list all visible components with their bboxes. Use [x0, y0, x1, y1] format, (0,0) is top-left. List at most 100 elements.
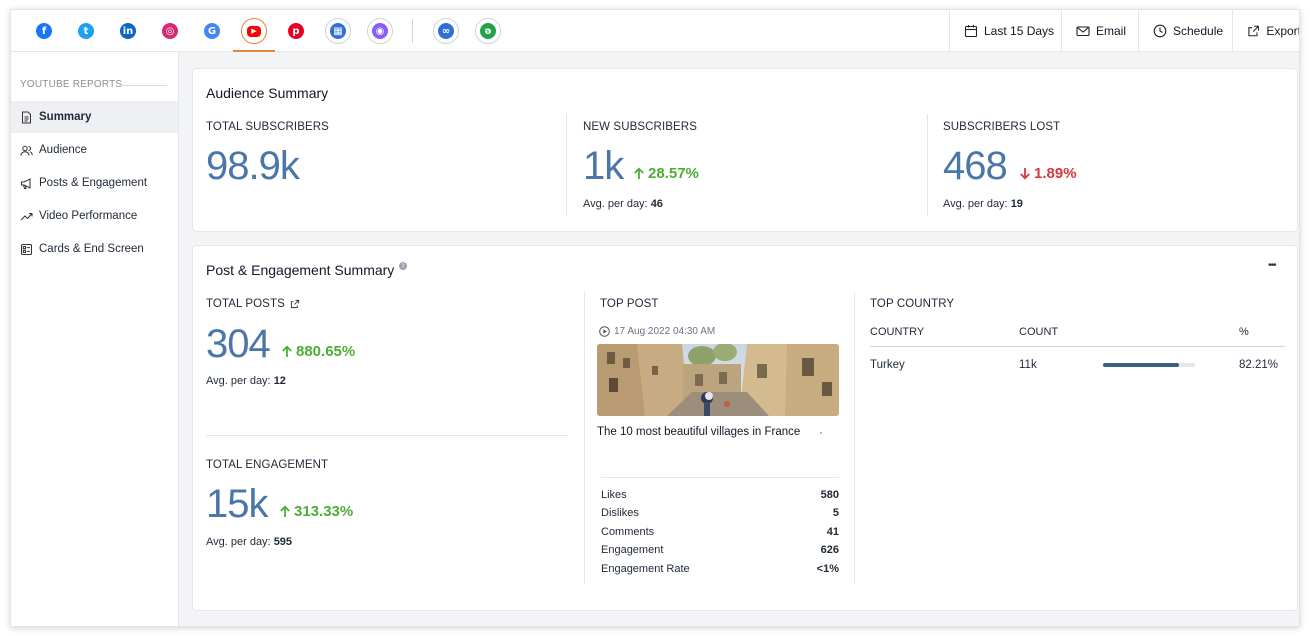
date-range-button[interactable]: Last 15 Days: [949, 10, 1061, 52]
sidebar-item-label: Posts & Engagement: [39, 177, 148, 189]
sidebar-header-divider: [119, 85, 167, 86]
sidebar-item-summary[interactable]: Summary: [11, 101, 178, 133]
custom-app-icon-glyph: ǝ: [480, 23, 496, 39]
subscribers-lost-delta: 1.89%: [1019, 165, 1077, 182]
sidebar-item-posts-engagement[interactable]: Posts & Engagement: [11, 167, 178, 199]
column-divider: [927, 114, 928, 216]
linkedin-page-icon-glyph: in: [120, 23, 136, 39]
cards-icon: [21, 243, 32, 255]
pinterest-icon[interactable]: p: [283, 18, 309, 44]
total-posts-value: 304: [206, 322, 271, 366]
top-post-title[interactable]: The 10 most beautiful villages in France: [597, 426, 800, 438]
schedule-button[interactable]: Schedule: [1138, 10, 1232, 52]
calendar-icon: [964, 25, 978, 38]
custom-app-icon[interactable]: ǝ: [475, 18, 501, 44]
twitter-icon[interactable]: t: [73, 18, 99, 44]
mail-icon: [1076, 26, 1090, 37]
stat-row-engagement: Engagement 626: [601, 544, 839, 562]
stat-row-engagement-rate: Engagement Rate <1%: [601, 563, 839, 581]
twitter-icon-glyph: t: [78, 23, 94, 39]
column-divider: [566, 114, 567, 216]
svg-text:?: ?: [402, 263, 405, 270]
post-stats-divider: [601, 477, 839, 478]
stat-label: Dislikes: [601, 507, 639, 519]
instagram-icon[interactable]: ◎: [157, 18, 183, 44]
new-subscribers-avg: Avg. per day: 46: [583, 198, 663, 210]
sidebar-item-label: Audience: [39, 144, 87, 156]
arrow-down-icon: [1020, 168, 1030, 180]
section-divider: [206, 435, 568, 436]
avg-label: Avg. per day:: [583, 198, 648, 210]
stat-value: 626: [820, 544, 839, 556]
circle-app-icon[interactable]: ◉: [367, 18, 393, 44]
top-post-date-text: 17 Aug 2022 04:30 AM: [614, 326, 716, 337]
linkedin-page-icon[interactable]: in: [115, 18, 141, 44]
total-posts-delta-value: 880.65%: [296, 343, 356, 360]
arrow-up-icon: [634, 167, 644, 179]
avg-label: Avg. per day:: [943, 198, 1008, 210]
avg-value: 12: [273, 375, 286, 387]
new-subscribers-value: 1k: [583, 144, 624, 188]
google-business-icon-glyph: G: [204, 23, 220, 39]
circle-app-icon-glyph: ◉: [372, 23, 388, 39]
avg-label: Avg. per day:: [206, 375, 271, 387]
table-header-divider: [870, 346, 1285, 347]
audience-summary-card: Audience Summary TOTAL SUBSCRIBERS 98.9k…: [192, 68, 1298, 232]
audience-summary-title: Audience Summary: [206, 85, 329, 101]
more-options-button[interactable]: •••: [1268, 260, 1276, 271]
users-icon: [20, 145, 33, 156]
instagram-icon-glyph: ◎: [162, 23, 178, 39]
avg-value: 46: [650, 198, 663, 210]
linked-channels-icon[interactable]: ∞: [433, 18, 459, 44]
sidebar-item-label: Video Performance: [39, 210, 138, 222]
tiles-icon[interactable]: ▦: [325, 18, 351, 44]
schedule-label: Schedule: [1173, 24, 1224, 38]
new-subscribers-delta: 28.57%: [633, 165, 699, 182]
megaphone-icon: [21, 177, 31, 189]
date-range-label: Last 15 Days: [984, 24, 1055, 38]
help-icon[interactable]: ?: [399, 262, 408, 270]
subscribers-lost-avg: Avg. per day: 19: [943, 198, 1023, 210]
sidebar-item-video-performance[interactable]: Video Performance: [11, 200, 178, 232]
sidebar: YOUTUBE REPORTS Summary Audience Posts &…: [11, 52, 179, 626]
youtube-icon[interactable]: ▶: [241, 18, 267, 44]
stat-value: 41: [826, 526, 839, 538]
count-column-header: COUNT: [1019, 326, 1059, 338]
active-network-indicator: [233, 50, 275, 52]
document-icon: [22, 111, 31, 123]
subscribers-lost-label: SUBSCRIBERS LOST: [943, 121, 1061, 133]
subscribers-lost-delta-value: 1.89%: [1034, 165, 1077, 182]
total-subscribers-value: 98.9k: [206, 144, 300, 188]
sidebar-item-audience[interactable]: Audience: [11, 134, 178, 166]
total-engagement-avg: Avg. per day: 595: [206, 536, 292, 548]
avg-value: 595: [273, 536, 293, 548]
engagement-title-text: Post & Engagement Summary: [206, 262, 395, 278]
total-posts-label-group: TOTAL POSTS: [206, 298, 300, 310]
stat-row-dislikes: Dislikes 5: [601, 507, 839, 525]
pinterest-icon-glyph: p: [288, 23, 304, 39]
total-posts-delta: 880.65%: [281, 343, 355, 360]
top-post-thumbnail[interactable]: [597, 344, 839, 416]
village-street-image: [597, 344, 839, 416]
facebook-icon[interactable]: f: [31, 18, 57, 44]
avg-value: 19: [1010, 198, 1023, 210]
share-bar: [1103, 363, 1195, 367]
export-button[interactable]: Export: [1232, 10, 1299, 52]
google-business-icon[interactable]: G: [199, 18, 225, 44]
sidebar-item-label: Summary: [39, 111, 92, 123]
country-column-header: COUNTRY: [870, 326, 925, 338]
external-link-icon[interactable]: [290, 299, 300, 309]
top-country-label: TOP COUNTRY: [870, 298, 955, 310]
stat-value: 580: [820, 489, 839, 501]
total-posts-avg: Avg. per day: 12: [206, 375, 286, 387]
new-subscribers-delta-value: 28.57%: [648, 165, 699, 182]
sidebar-item-cards-end-screen[interactable]: Cards & End Screen: [11, 233, 178, 265]
export-icon: [1248, 25, 1259, 37]
stat-label: Likes: [601, 489, 627, 501]
total-engagement-label: TOTAL ENGAGEMENT: [206, 459, 329, 471]
trend-icon: [20, 212, 33, 220]
youtube-icon-glyph: ▶: [247, 25, 261, 37]
email-button[interactable]: Email: [1061, 10, 1138, 52]
total-engagement-value: 15k: [206, 482, 268, 526]
column-divider: [854, 292, 855, 584]
